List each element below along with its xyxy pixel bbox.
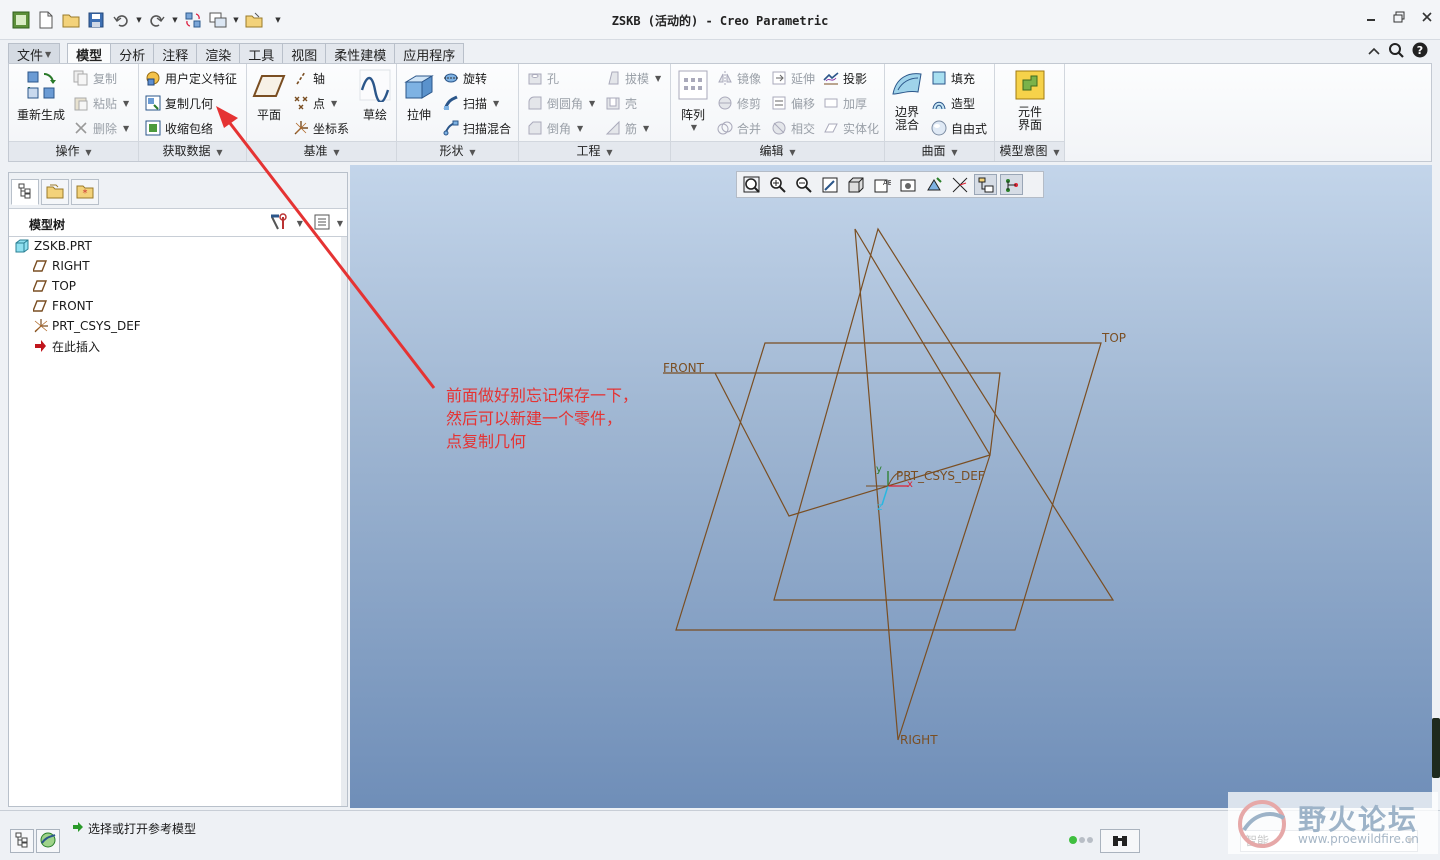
axis-z-label: z — [877, 502, 883, 513]
datum-geometry — [216, 106, 1115, 741]
datum-display-icon[interactable] — [948, 174, 971, 195]
binoculars-icon — [1111, 833, 1129, 850]
view-toolbar: AB — [736, 171, 1044, 198]
refit-icon[interactable] — [740, 174, 763, 195]
svg-text:AB: AB — [883, 179, 891, 187]
annotation-arrow — [216, 106, 436, 389]
toggle-navigator-button[interactable] — [10, 829, 34, 853]
view-manager-icon[interactable] — [896, 174, 919, 195]
status-message-text: 选择或打开参考模型 — [88, 822, 197, 836]
zoom-in-icon[interactable] — [766, 174, 789, 195]
annotation-line: 前面做好别忘记保存一下， — [446, 386, 639, 405]
zoom-out-icon[interactable] — [792, 174, 815, 195]
datum-plane-right-lower-shape — [854, 228, 991, 741]
watermark-url: www.proewildfire.cn — [1298, 832, 1419, 846]
datum-label-front[interactable]: FRONT — [663, 361, 704, 375]
display-style-icon[interactable] — [844, 174, 867, 195]
annotation-line: 然后可以新建一个零件， — [446, 409, 623, 428]
annotation-note: 前面做好别忘记保存一下， 然后可以新建一个零件， 点复制几何 — [446, 384, 686, 453]
forum-logo-icon — [1238, 800, 1286, 848]
side-grip[interactable] — [1432, 718, 1440, 778]
toggle-browser-button[interactable] — [36, 829, 60, 853]
saved-orientations-icon[interactable]: AB — [870, 174, 893, 195]
status-message: 选择或打开参考模型 — [72, 820, 196, 837]
annotation-display-icon[interactable] — [974, 174, 997, 195]
status-arrow-icon — [72, 821, 84, 836]
datum-label-right[interactable]: RIGHT — [900, 733, 938, 747]
model-tree-icon — [14, 832, 30, 851]
datum-label-top[interactable]: TOP — [1102, 331, 1126, 345]
annotation-line: 点复制几何 — [446, 432, 527, 451]
find-button[interactable] — [1100, 829, 1140, 853]
datum-plane-right-shape — [773, 227, 1115, 601]
forum-watermark: 野火论坛 www.proewildfire.cn — [1228, 792, 1438, 854]
axis-x-label: x — [907, 479, 913, 490]
browser-globe-icon — [39, 831, 57, 852]
spin-center-icon[interactable] — [1000, 174, 1023, 195]
repaint-icon[interactable] — [818, 174, 841, 195]
status-bar: 选择或打开参考模型 智能 ▼ — [0, 810, 1440, 860]
regen-status-indicator — [1068, 835, 1096, 845]
perspective-icon[interactable] — [922, 174, 945, 195]
axis-y-label: y — [876, 464, 882, 475]
